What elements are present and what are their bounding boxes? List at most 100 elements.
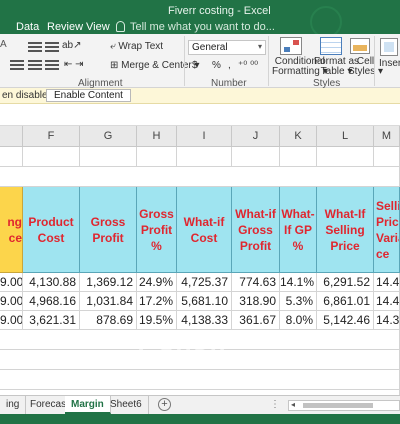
- cell-m[interactable]: 14.4: [374, 273, 400, 292]
- cell[interactable]: [280, 147, 317, 167]
- comma-button[interactable]: ,: [228, 60, 231, 71]
- merge-center-button[interactable]: ⊞ Merge & Center ▾: [110, 60, 200, 71]
- enable-content-button[interactable]: Enable Content: [46, 89, 131, 102]
- scroll-left-icon[interactable]: ◂: [291, 400, 295, 409]
- header-product-cost[interactable]: Product Cost: [23, 187, 80, 273]
- scrollbar-thumb[interactable]: [303, 403, 373, 408]
- sheet-tab-pricing[interactable]: ing: [0, 396, 27, 414]
- cell-e[interactable]: 9.00: [0, 311, 23, 330]
- column-header-g[interactable]: G: [80, 126, 137, 147]
- align-top-icon[interactable]: [28, 42, 42, 52]
- cell-k[interactable]: 14.1%: [280, 273, 317, 292]
- chevron-down-icon: ▾: [257, 42, 262, 51]
- cell-h[interactable]: 19.5%: [137, 311, 177, 330]
- align-center-icon[interactable]: [28, 60, 42, 70]
- cell-i[interactable]: 5,681.10: [177, 292, 232, 311]
- currency-button[interactable]: $: [192, 60, 198, 71]
- cell[interactable]: [137, 147, 177, 167]
- add-sheet-button[interactable]: +: [158, 398, 171, 411]
- percent-button[interactable]: %: [212, 60, 221, 71]
- header-gross-profit[interactable]: Gross Profit: [80, 187, 137, 273]
- header-selling-price-variance[interactable]: Sellin Pric Varia ce: [374, 187, 400, 273]
- align-right-icon[interactable]: [45, 60, 59, 70]
- format-as-table-icon[interactable]: [320, 37, 342, 55]
- number-format-select[interactable]: General ▾: [188, 40, 266, 55]
- column-header-j[interactable]: J: [232, 126, 280, 147]
- column-header-e[interactable]: [0, 126, 23, 147]
- cell-e[interactable]: 9.00: [0, 292, 23, 311]
- cell-f[interactable]: 3,621.31: [23, 311, 80, 330]
- title-bar: Fiverr costing - Excel Data Review View …: [0, 0, 400, 34]
- cell[interactable]: [23, 147, 80, 167]
- cell[interactable]: [317, 147, 374, 167]
- spreadsheet-grid[interactable]: ng ce Product Cost Gross Profit Gross Pr…: [0, 147, 400, 410]
- cell-i[interactable]: 4,138.33: [177, 311, 232, 330]
- tab-view[interactable]: View: [86, 21, 110, 33]
- cell-g[interactable]: 1,369.12: [80, 273, 137, 292]
- cell-j[interactable]: 318.90: [232, 292, 280, 311]
- formula-bar-area: [0, 104, 400, 126]
- cell-l[interactable]: 5,142.46: [317, 311, 374, 330]
- sheet-tabs-bar: ing Forecast Margin Sheet6 + ⋮ ◂: [0, 395, 400, 414]
- cell-styles-button[interactable]: Cell Styles ▾: [348, 57, 383, 77]
- cell[interactable]: [0, 147, 23, 167]
- cell[interactable]: [177, 147, 232, 167]
- watermark: Capsh: [138, 333, 228, 363]
- tab-review[interactable]: Review: [47, 21, 83, 33]
- status-bar: [0, 414, 400, 424]
- horizontal-scrollbar[interactable]: ◂: [288, 400, 400, 411]
- cell-k[interactable]: 5.3%: [280, 292, 317, 311]
- indent-icon[interactable]: ⇤ ⇥: [64, 59, 84, 70]
- window-title: Fiverr costing - Excel: [168, 5, 271, 17]
- header-whatif-cost[interactable]: What-if Cost: [177, 187, 232, 273]
- fiverr-logo-icon: [310, 6, 342, 34]
- align-middle-icon[interactable]: [45, 42, 59, 52]
- wrap-text-button[interactable]: ⤶ Wrap Text: [110, 41, 163, 52]
- cell-j[interactable]: 361.67: [232, 311, 280, 330]
- increase-decimal-icon[interactable]: ⁺⁰ ⁰⁰: [238, 60, 258, 71]
- insert-button[interactable]: Insert: [379, 58, 400, 69]
- sheet-tab-sheet6[interactable]: Sheet6: [104, 396, 149, 414]
- table-row[interactable]: [0, 370, 400, 390]
- cell-h[interactable]: 24.9%: [137, 273, 177, 292]
- header-whatif-gp-pct[interactable]: What-If GP %: [280, 187, 317, 273]
- cell-g[interactable]: 878.69: [80, 311, 137, 330]
- column-header-k[interactable]: K: [280, 126, 317, 147]
- cell-f[interactable]: 4,968.16: [23, 292, 80, 311]
- cell-h[interactable]: 17.2%: [137, 292, 177, 311]
- orientation-icon[interactable]: ab↗: [62, 40, 82, 51]
- tell-me-search[interactable]: Tell me what you want to do...: [116, 21, 275, 33]
- cell-l[interactable]: 6,291.52: [317, 273, 374, 292]
- cell-g[interactable]: 1,031.84: [80, 292, 137, 311]
- align-left-icon[interactable]: [10, 60, 24, 70]
- ribbon-divider: [184, 36, 185, 86]
- font-size-icon[interactable]: A: [0, 39, 7, 50]
- insert-icon[interactable]: [380, 38, 398, 56]
- column-header-i[interactable]: I: [177, 126, 232, 147]
- column-header-f[interactable]: F: [23, 126, 80, 147]
- cell-k[interactable]: 8.0%: [280, 311, 317, 330]
- more-tabs-icon[interactable]: ⋮: [270, 399, 280, 410]
- cell-m[interactable]: 14.3: [374, 311, 400, 330]
- cell-l[interactable]: 6,861.01: [317, 292, 374, 311]
- ribbon-divider: [268, 36, 269, 86]
- cell[interactable]: [80, 147, 137, 167]
- column-header-h[interactable]: H: [137, 126, 177, 147]
- column-header-m[interactable]: M: [374, 126, 400, 147]
- cell-j[interactable]: 774.63: [232, 273, 280, 292]
- ribbon-divider: [374, 36, 375, 86]
- header-whatif-selling-price[interactable]: What-If Selling Price: [317, 187, 374, 273]
- header-whatif-gross-profit[interactable]: What-if Gross Profit: [232, 187, 280, 273]
- cell-m[interactable]: 14.4: [374, 292, 400, 311]
- cell-styles-icon[interactable]: [350, 38, 370, 54]
- cell-f[interactable]: 4,130.88: [23, 273, 80, 292]
- cell-i[interactable]: 4,725.37: [177, 273, 232, 292]
- cell[interactable]: [374, 147, 400, 167]
- cell-e[interactable]: 9.00: [0, 273, 23, 292]
- column-header-l[interactable]: L: [317, 126, 374, 147]
- tab-data[interactable]: Data: [16, 21, 39, 33]
- header-gross-profit-pct[interactable]: Gross Profit %: [137, 187, 177, 273]
- conditional-formatting-icon[interactable]: [280, 37, 302, 55]
- cell[interactable]: [232, 147, 280, 167]
- header-selling-price[interactable]: ng ce: [0, 187, 23, 273]
